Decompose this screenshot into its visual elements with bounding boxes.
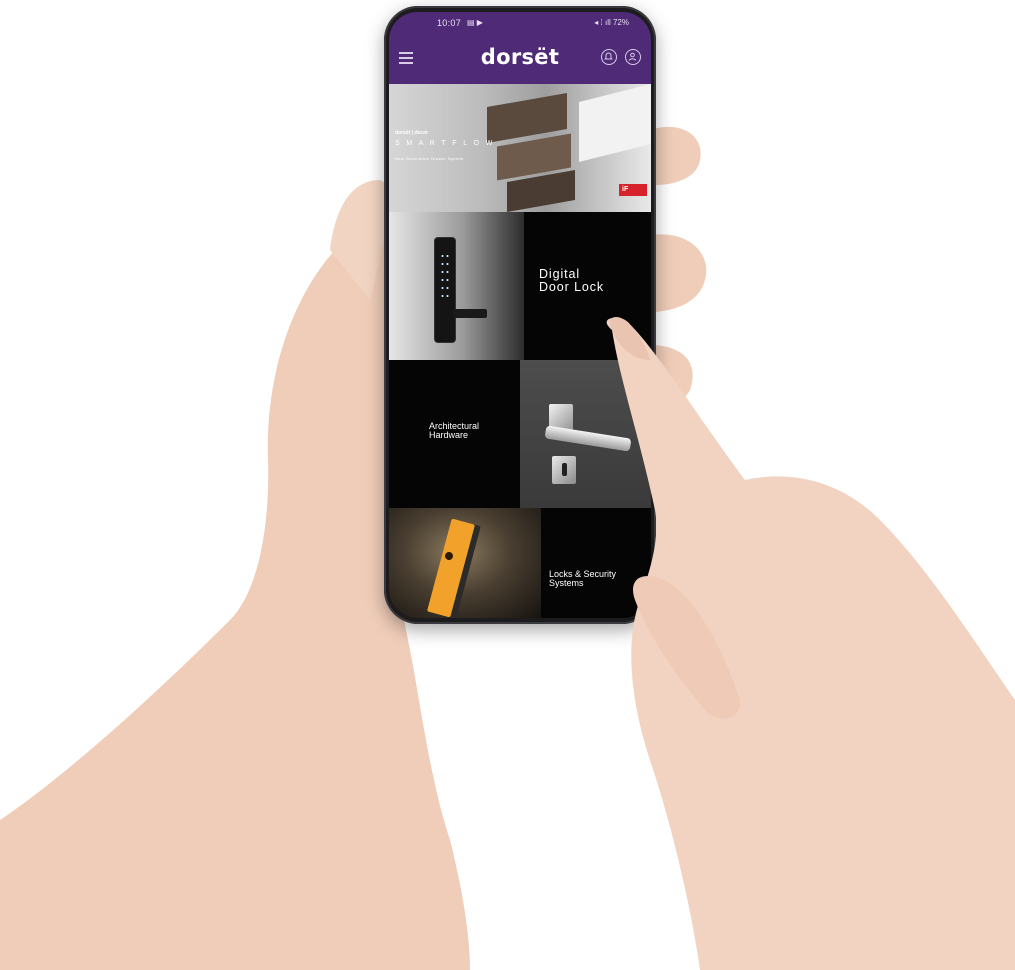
right-hand: [606, 316, 1015, 970]
product-photo-scene: 10:07 ▤ ▶ ◂ ⁞ ıll 72% dorsët dorsët | de…: [0, 0, 1015, 970]
